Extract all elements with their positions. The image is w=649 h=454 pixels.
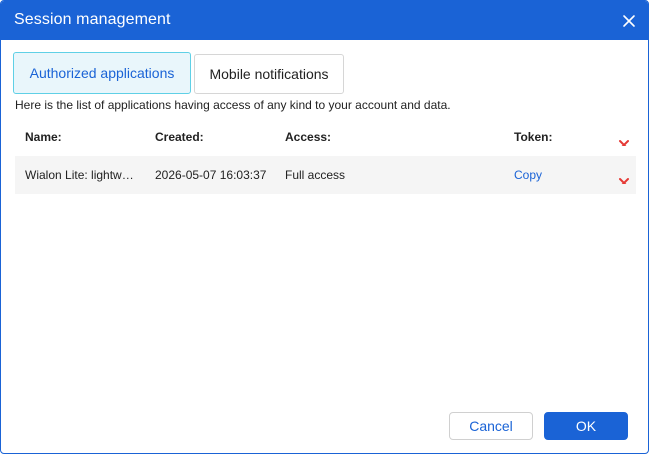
session-management-dialog: Session management Authorized applicatio… (0, 0, 649, 454)
delete-x-icon (619, 178, 629, 184)
close-icon (623, 15, 635, 27)
table-row: Wialon Lite: lightw… 2026-05-07 16:03:37… (15, 156, 636, 194)
dialog-titlebar: Session management (1, 1, 648, 40)
row-access: Full access (285, 168, 346, 182)
delete-all-button[interactable] (616, 130, 632, 146)
table-header-row: Name: Created: Access: Token: (15, 118, 636, 156)
close-button[interactable] (619, 11, 639, 31)
delete-row-button[interactable] (616, 168, 632, 184)
tab-mobile-notifications[interactable]: Mobile notifications (194, 54, 344, 94)
tab-authorized-applications[interactable]: Authorized applications (13, 52, 191, 94)
header-created: Created: (155, 130, 204, 144)
header-token: Token: (514, 130, 553, 144)
row-created: 2026-05-07 16:03:37 (155, 168, 267, 182)
delete-x-icon (619, 140, 629, 146)
copy-token-link[interactable]: Copy (514, 156, 574, 194)
cancel-button[interactable]: Cancel (449, 412, 533, 440)
header-name: Name: (25, 130, 62, 144)
row-name: Wialon Lite: lightw… (25, 168, 134, 182)
dialog-title: Session management (14, 11, 171, 28)
ok-button[interactable]: OK (544, 412, 628, 440)
applications-table: Name: Created: Access: Token: Wialon Lit… (15, 118, 636, 194)
header-access: Access: (285, 130, 332, 144)
description-text: Here is the list of applications having … (15, 98, 451, 112)
